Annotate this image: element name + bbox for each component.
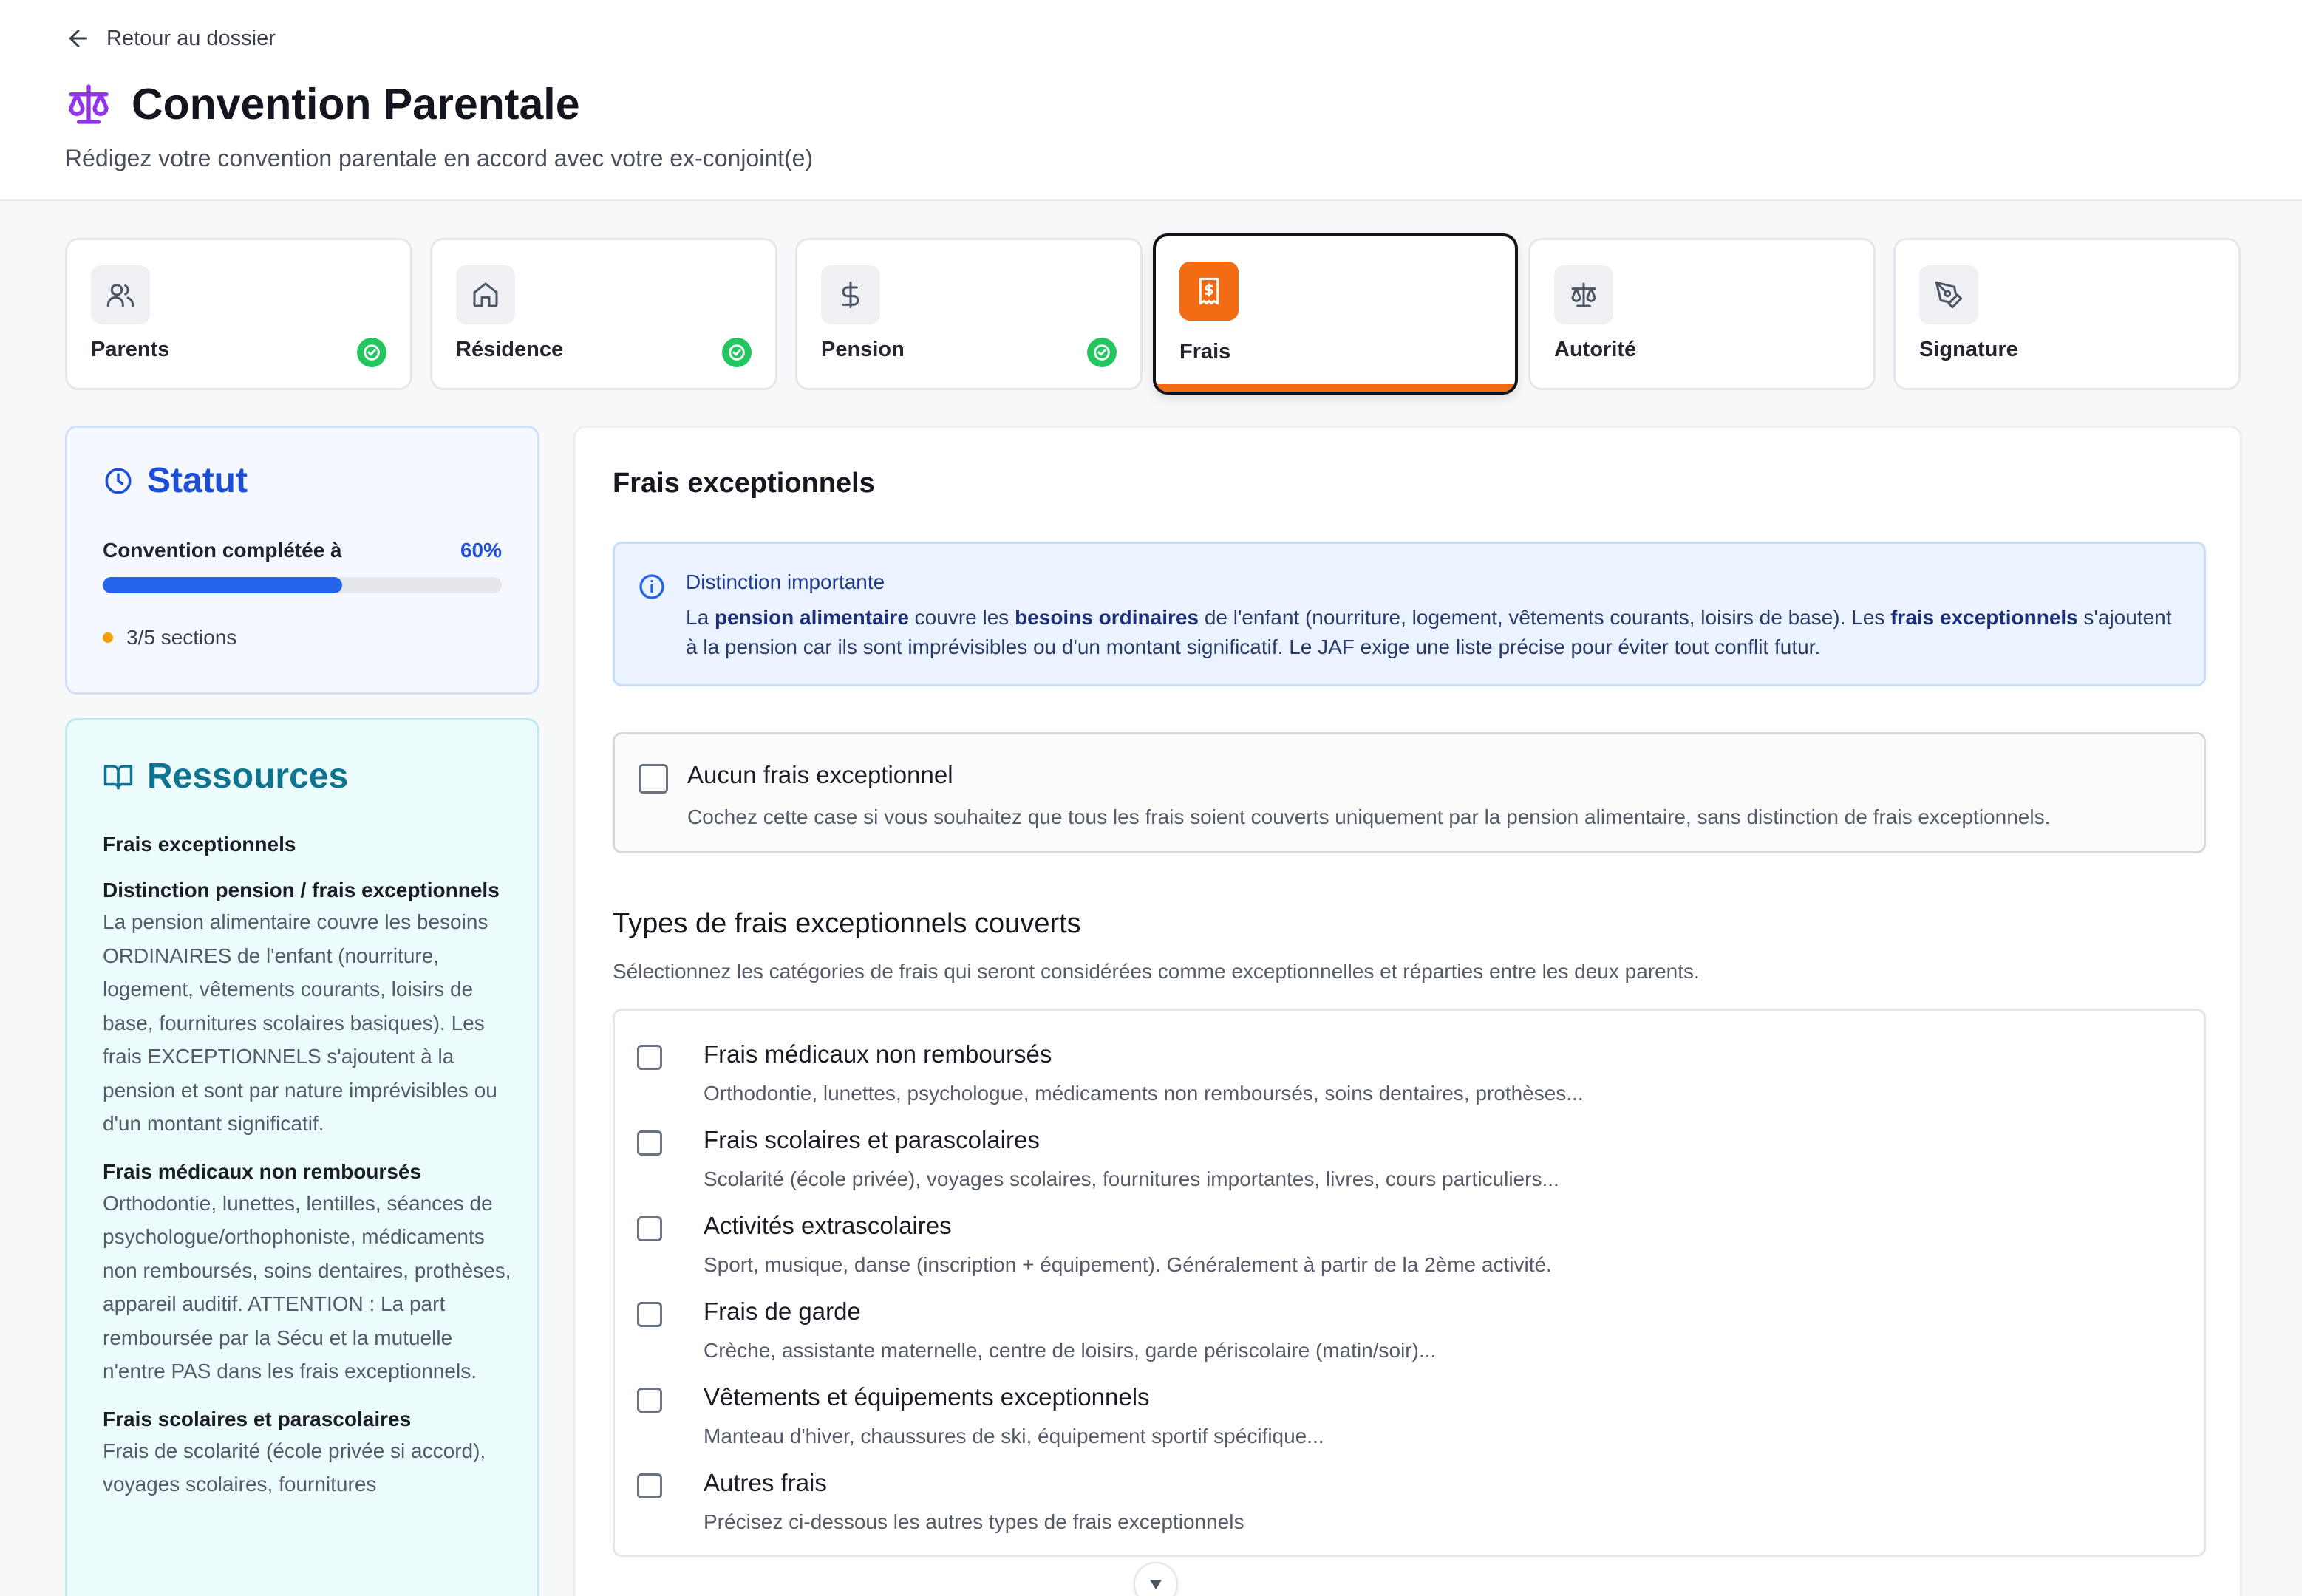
fee-types-title: Types de frais exceptionnels couverts bbox=[613, 908, 1081, 939]
fee-type-item[interactable]: Activités extrascolaires Sport, musique,… bbox=[637, 1209, 2174, 1283]
fee-type-description: Orthodontie, lunettes, psychologue, médi… bbox=[704, 1082, 1584, 1105]
back-link[interactable]: Retour au dossier bbox=[65, 22, 276, 55]
resource-text: Orthodontie, lunettes, lentilles, séance… bbox=[103, 1191, 511, 1383]
info-title: Distinction importante bbox=[686, 570, 885, 593]
clock-icon bbox=[105, 468, 132, 494]
info-text-segment: La bbox=[686, 606, 715, 629]
no-fees-label: Aucun frais exceptionnel bbox=[687, 761, 953, 788]
no-fees-checkbox[interactable] bbox=[639, 764, 668, 794]
fee-type-item[interactable]: Autres frais Précisez ci-dessous les aut… bbox=[637, 1466, 2174, 1540]
progress-percent: 60% bbox=[460, 539, 502, 562]
fee-type-item[interactable]: Vêtements et équipements exceptionnels M… bbox=[637, 1380, 2174, 1454]
status-dot bbox=[103, 632, 113, 643]
page-header: Retour au dossier Convention Parentale R… bbox=[0, 0, 2302, 201]
info-text: La pension alimentaire couvre les besoin… bbox=[686, 603, 2179, 662]
no-fees-description: Cochez cette case si vous souhaitez que … bbox=[687, 805, 2051, 828]
progress-label: Convention complétée à bbox=[103, 539, 342, 562]
info-text-segment: couvre les bbox=[908, 606, 1015, 629]
fee-type-checkbox[interactable] bbox=[637, 1216, 662, 1241]
fee-type-label: Autres frais bbox=[704, 1469, 827, 1496]
info-text-emphasis: besoins ordinaires bbox=[1015, 606, 1199, 629]
fee-type-label: Frais de garde bbox=[704, 1297, 861, 1325]
sections-count: 3/5 sections bbox=[126, 626, 237, 649]
sections-status: 3/5 sections bbox=[103, 626, 236, 649]
fee-type-description: Manteau d'hiver, chaussures de ski, équi… bbox=[704, 1425, 1324, 1447]
resources-title: Ressources bbox=[147, 757, 349, 796]
page-title: Convention Parentale bbox=[132, 80, 580, 129]
info-text-segment: de l'enfant (nourriture, logement, vêtem… bbox=[1199, 606, 1891, 629]
step-label: Parents bbox=[91, 338, 170, 361]
info-icon bbox=[639, 574, 664, 599]
home-icon bbox=[473, 282, 498, 307]
fee-type-checkbox[interactable] bbox=[637, 1302, 662, 1327]
check-circle-icon bbox=[722, 338, 752, 367]
step-tab-residence[interactable]: Résidence bbox=[430, 238, 777, 390]
check-circle-icon bbox=[357, 338, 386, 367]
resources-card: Ressources Frais exceptionnels Distincti… bbox=[65, 718, 539, 1596]
fee-type-label: Vêtements et équipements exceptionnels bbox=[704, 1383, 1150, 1411]
active-step-indicator bbox=[1156, 384, 1515, 392]
fee-type-checkbox[interactable] bbox=[637, 1473, 662, 1498]
step-tab-signature[interactable]: Signature bbox=[1893, 238, 2241, 390]
resource-heading: Frais scolaires et parascolaires bbox=[103, 1407, 412, 1430]
scale-icon bbox=[69, 84, 109, 124]
receipt-icon bbox=[1199, 277, 1219, 305]
resource-heading: Distinction pension / frais exceptionnel… bbox=[103, 879, 500, 901]
resources-section-title: Frais exceptionnels bbox=[103, 833, 296, 856]
step-tab-frais[interactable]: Frais bbox=[1153, 233, 1518, 395]
fee-type-checkbox[interactable] bbox=[637, 1045, 662, 1070]
scale-icon bbox=[1571, 282, 1596, 307]
step-tabs: Parents Résidence Pension Frais Autorité… bbox=[65, 233, 2241, 395]
info-text-emphasis: pension alimentaire bbox=[714, 606, 909, 629]
resource-heading: Frais médicaux non remboursés bbox=[103, 1159, 422, 1183]
step-label: Autorité bbox=[1554, 338, 1637, 361]
book-open-icon bbox=[103, 764, 133, 789]
step-label: Pension bbox=[821, 338, 905, 361]
fee-type-checkbox[interactable] bbox=[637, 1130, 662, 1156]
fee-type-checkbox[interactable] bbox=[637, 1388, 662, 1413]
back-link-label: Retour au dossier bbox=[106, 26, 276, 50]
step-tab-autorite[interactable]: Autorité bbox=[1528, 238, 1876, 390]
status-title: Statut bbox=[147, 461, 248, 500]
main-form-card: Frais exceptionnels Distinction importan… bbox=[573, 426, 2242, 1596]
fee-type-label: Frais médicaux non remboursés bbox=[704, 1040, 1052, 1068]
resources-body: Frais exceptionnels Distinction pension … bbox=[103, 830, 514, 1501]
step-label: Signature bbox=[1919, 338, 2018, 361]
fee-type-item[interactable]: Frais médicaux non remboursés Orthodonti… bbox=[637, 1037, 2174, 1111]
fee-type-item[interactable]: Frais de garde Crèche, assistante matern… bbox=[637, 1295, 2174, 1368]
fee-types-list: Frais médicaux non remboursés Orthodonti… bbox=[613, 1009, 2206, 1557]
chevron-down-icon bbox=[1149, 1580, 1162, 1589]
step-tab-pension[interactable]: Pension bbox=[795, 238, 1143, 390]
step-tab-parents[interactable]: Parents bbox=[65, 238, 412, 390]
arrow-left-icon bbox=[69, 30, 87, 47]
progress-bar-fill bbox=[103, 577, 342, 593]
page-subtitle: Rédigez votre convention parentale en ac… bbox=[65, 145, 814, 171]
fee-type-item[interactable]: Frais scolaires et parascolaires Scolari… bbox=[637, 1123, 2174, 1197]
info-callout: Distinction importante La pension alimen… bbox=[613, 542, 2206, 686]
fee-types-description: Sélectionnez les catégories de frais qui… bbox=[613, 960, 1700, 983]
resource-text: Frais de scolarité (école privée si acco… bbox=[103, 1439, 486, 1496]
fee-type-label: Frais scolaires et parascolaires bbox=[704, 1126, 1040, 1153]
no-exceptional-fees-option[interactable]: Aucun frais exceptionnel Cochez cette ca… bbox=[613, 732, 2206, 853]
progress-bar bbox=[103, 577, 502, 593]
resource-text: La pension alimentaire couvre les besoin… bbox=[103, 910, 497, 1135]
pen-tool-icon bbox=[1935, 281, 1963, 309]
check-circle-icon bbox=[1087, 338, 1117, 367]
dollar-icon bbox=[842, 281, 859, 309]
status-card: Statut Convention complétée à 60% 3/5 se… bbox=[65, 426, 539, 695]
title-row: Convention Parentale bbox=[65, 77, 580, 132]
step-label: Résidence bbox=[456, 338, 564, 361]
fee-type-description: Crèche, assistante maternelle, centre de… bbox=[704, 1339, 1437, 1362]
fee-type-label: Activités extrascolaires bbox=[704, 1212, 952, 1239]
fee-type-description: Sport, musique, danse (inscription + équ… bbox=[704, 1253, 1552, 1276]
fee-type-description: Scolarité (école privée), voyages scolai… bbox=[704, 1167, 1559, 1190]
users-icon bbox=[106, 284, 134, 307]
info-text-emphasis: frais exceptionnels bbox=[1890, 606, 2078, 629]
fee-type-description: Précisez ci-dessous les autres types de … bbox=[704, 1510, 1244, 1533]
step-label: Frais bbox=[1179, 340, 1231, 364]
section-title: Frais exceptionnels bbox=[613, 468, 875, 499]
